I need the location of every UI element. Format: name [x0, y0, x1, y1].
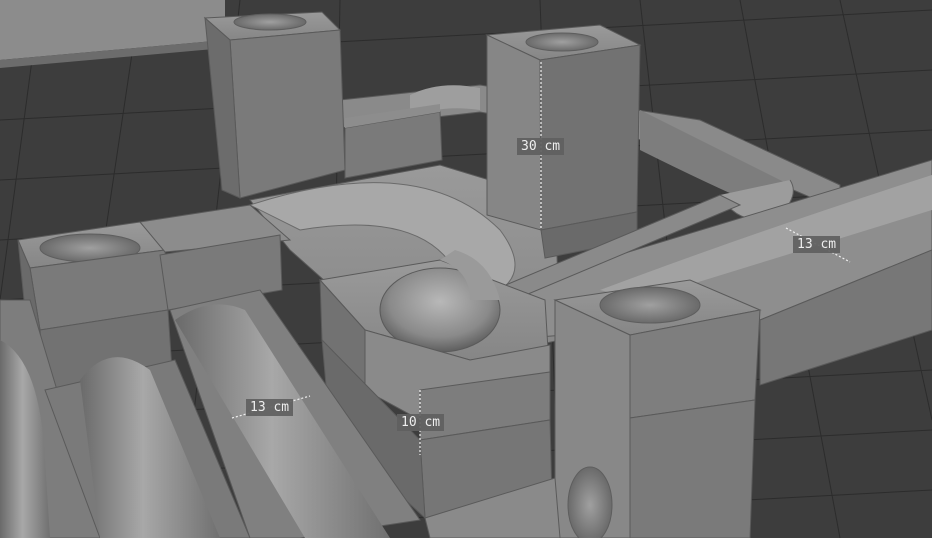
- measurement-label-rail-width-left[interactable]: 13 cm: [246, 399, 294, 416]
- measurement-label-block-height[interactable]: 10 cm: [397, 414, 445, 431]
- tower-back-left[interactable]: [203, 11, 346, 199]
- measurement-label-rail-width-right[interactable]: 13 cm: [793, 236, 841, 253]
- measurement-label-tower-height[interactable]: 30 cm: [517, 138, 565, 155]
- tower-front-right[interactable]: [553, 279, 762, 538]
- slab-back-left[interactable]: [0, 0, 225, 68]
- 3d-viewport[interactable]: [0, 0, 932, 538]
